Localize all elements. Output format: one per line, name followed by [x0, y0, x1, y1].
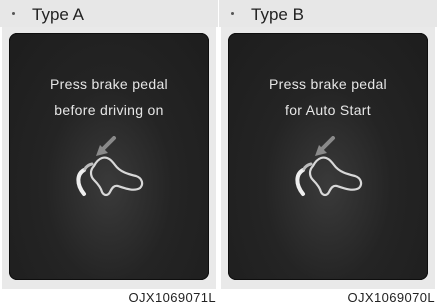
message-line-1: Press brake pedal [50, 76, 168, 92]
screen-frame: Press brake pedal before driving on [2, 27, 216, 289]
bullet-icon [12, 12, 15, 15]
panel-header: Type B [219, 0, 437, 27]
brake-pedal-foot-icon [295, 136, 363, 197]
figure-code: OJX1069071L [128, 290, 216, 305]
figure-code: OJX1069070L [347, 290, 435, 305]
cluster-display: Press brake pedal before driving on [9, 33, 209, 280]
brake-pedal-foot-icon [76, 136, 144, 197]
message-line-2: for Auto Start [285, 102, 371, 118]
message-line-1: Press brake pedal [269, 76, 387, 92]
screen-frame: Press brake pedal for Auto Start [221, 27, 435, 289]
type-label: Type A [32, 5, 84, 24]
type-label: Type B [251, 5, 304, 24]
panel-type-b: Type B Press brake pedal for Auto Start … [219, 0, 437, 306]
panel-type-a: Type A Press brake pedal before driving … [0, 0, 218, 306]
panel-header: Type A [0, 0, 218, 27]
cluster-display: Press brake pedal for Auto Start [228, 33, 428, 280]
message-line-2: before driving on [54, 102, 164, 118]
bullet-icon [231, 12, 234, 15]
